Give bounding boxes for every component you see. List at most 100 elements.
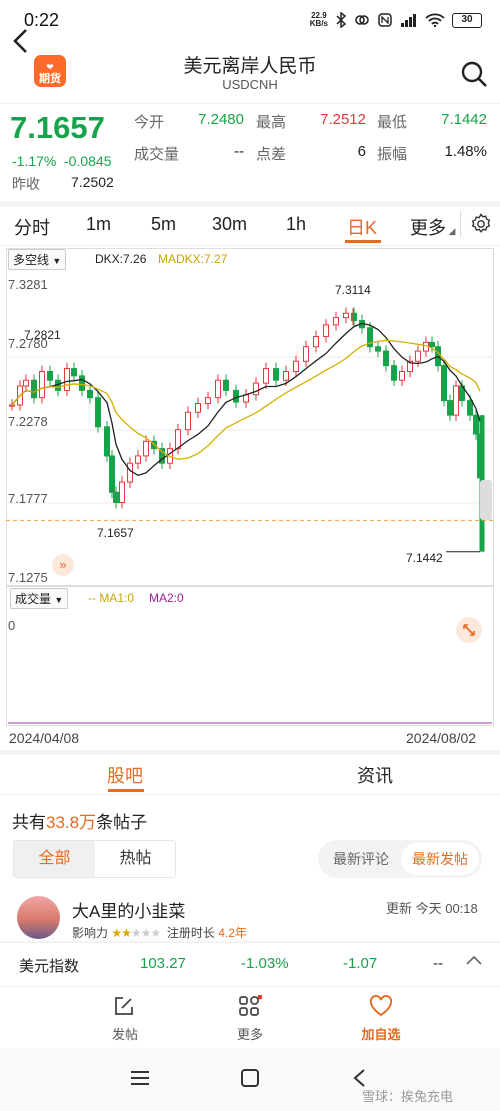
candle-body xyxy=(453,385,459,416)
search-icon[interactable] xyxy=(460,60,488,88)
candle-body xyxy=(87,389,93,399)
change-percent: -1.17% xyxy=(12,153,57,169)
heart-icon[interactable] xyxy=(369,995,393,1022)
active-tab-indicator xyxy=(108,789,144,792)
stat-value-open: 7.2480 xyxy=(198,111,244,128)
y-tick-label: 7.2278 xyxy=(8,414,48,429)
gear-icon[interactable] xyxy=(470,213,492,235)
nav-more[interactable]: 更多 xyxy=(220,1024,280,1043)
volume-ma1: -- MA1:0 xyxy=(88,591,135,605)
candle-body xyxy=(313,336,319,348)
post-username[interactable]: 大A里的小韭菜 xyxy=(72,897,185,922)
divider xyxy=(0,245,500,246)
stat-value-volume: -- xyxy=(234,143,244,160)
candle-body xyxy=(333,317,339,326)
chevron-up-icon[interactable] xyxy=(465,953,483,972)
candle-body xyxy=(47,370,53,381)
page-subtitle: USDCNH xyxy=(222,77,278,92)
volume-ma2: MA2:0 xyxy=(149,591,184,605)
low-annotation: 7.1657 xyxy=(97,526,134,540)
current-price: 7.1657 xyxy=(10,110,105,145)
filter-hot[interactable]: 热帖 xyxy=(96,841,175,877)
candle-body xyxy=(104,426,110,457)
candle-body xyxy=(391,365,397,381)
tab-1h[interactable]: 1h xyxy=(286,214,306,235)
last-low-annotation: 7.1442 xyxy=(406,551,443,565)
tab-5m[interactable]: 5m xyxy=(151,214,176,235)
home-icon[interactable] xyxy=(240,1068,260,1093)
indicator-select[interactable]: 多空线 ▼ xyxy=(8,249,67,270)
candle-body xyxy=(375,346,381,352)
stat-label-open: 今开 xyxy=(134,114,165,131)
candle-body xyxy=(233,389,239,403)
edit-icon[interactable] xyxy=(113,995,135,1022)
tab-daily-k[interactable]: 日K xyxy=(347,214,377,240)
net-speed: 22.9 KB/s xyxy=(309,11,328,28)
prev-close-label: 昨收 xyxy=(12,176,40,192)
candle-body xyxy=(293,360,299,372)
divider xyxy=(0,103,500,104)
candle-body xyxy=(429,341,435,348)
expand-arrows-icon[interactable]: » xyxy=(52,554,74,576)
post-meta: 影响力 ★★★★★ 注册时长 4.2年 xyxy=(72,926,247,940)
y-tick-label: 7.3281 xyxy=(8,277,48,292)
avatar[interactable] xyxy=(17,896,60,939)
stat-value-high: 7.2512 xyxy=(320,111,366,128)
candle-body xyxy=(119,481,125,503)
menu-icon[interactable] xyxy=(130,1070,150,1091)
volume-select[interactable]: 成交量 ▼ xyxy=(10,588,69,609)
candlestick-chart xyxy=(6,307,494,553)
high-annotation: 7.3114 xyxy=(335,283,371,297)
candle-body xyxy=(223,379,229,391)
apps-icon[interactable] xyxy=(238,994,263,1022)
stat-value-spread: 6 xyxy=(357,143,366,160)
candle-body xyxy=(23,379,29,387)
sort-latest-comment[interactable]: 最新评论 xyxy=(323,841,399,877)
tab-1m[interactable]: 1m xyxy=(86,214,111,235)
stat-label-amplitude: 振幅 xyxy=(377,146,408,163)
candle-body xyxy=(215,379,221,399)
nfc-icon xyxy=(378,13,392,27)
ticker-name: 美元指数 xyxy=(19,958,80,975)
tab-30m[interactable]: 30m xyxy=(212,214,247,235)
stat-value-amplitude: 1.48% xyxy=(444,143,487,160)
candle-body xyxy=(253,382,259,396)
candle-body xyxy=(39,370,45,399)
page-title: 美元离岸人民币 xyxy=(183,56,317,77)
chart-scroll-handle[interactable] xyxy=(480,480,492,520)
candle-body xyxy=(447,400,453,416)
candle-body xyxy=(9,404,15,407)
post-update-time: 更新 今天 00:18 xyxy=(386,901,478,916)
candle-body xyxy=(343,312,349,319)
candle-body xyxy=(273,368,279,381)
stat-value-low: 7.1442 xyxy=(441,111,487,128)
volume-header xyxy=(6,586,494,608)
left-high-annotation: 7.2821 xyxy=(24,328,61,342)
fullscreen-icon[interactable] xyxy=(456,617,482,643)
wifi-icon xyxy=(425,13,445,27)
nav-add-watchlist[interactable]: 加自选 xyxy=(351,1024,411,1043)
post-count: 共有33.8万条帖子 xyxy=(12,813,148,832)
candle-body xyxy=(467,400,473,416)
status-bar: 0:22 22.9 KB/s 30 xyxy=(0,0,500,44)
candle-body xyxy=(31,379,37,399)
active-tab-indicator xyxy=(345,240,381,243)
candle-body xyxy=(283,370,289,381)
candle-body xyxy=(175,429,181,450)
filter-all[interactable]: 全部 xyxy=(14,841,95,877)
tab-forum[interactable]: 股吧 xyxy=(107,762,143,788)
signal-icon xyxy=(401,14,416,27)
candle-body xyxy=(95,397,101,428)
sort-latest-post[interactable]: 最新发帖 xyxy=(401,843,479,875)
candle-body xyxy=(441,365,447,402)
candle-body xyxy=(303,346,309,362)
candle-body xyxy=(195,403,201,413)
divider xyxy=(0,201,500,207)
nav-post[interactable]: 发帖 xyxy=(95,1024,155,1043)
tab-intraday[interactable]: 分时 xyxy=(14,214,50,240)
tab-news[interactable]: 资讯 xyxy=(357,762,393,788)
tab-more[interactable]: 更多 ◢ xyxy=(410,214,455,240)
stat-label-volume: 成交量 xyxy=(134,146,180,163)
candle-body xyxy=(64,368,70,391)
volume-baseline xyxy=(8,722,492,724)
